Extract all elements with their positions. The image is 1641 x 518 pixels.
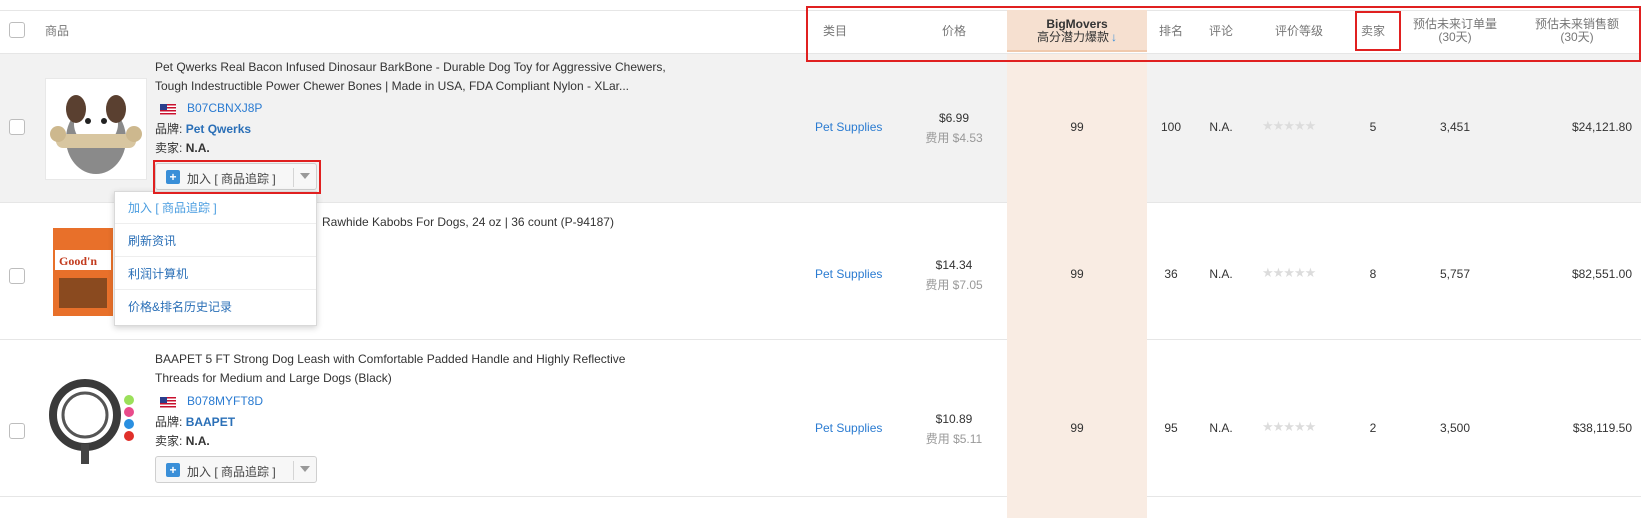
- title-line: Pet Qwerks Real Bacon Infused Dinosaur B…: [155, 60, 666, 74]
- menu-item-add-track[interactable]: 加入 [ 商品追踪 ]: [115, 192, 316, 224]
- reviews-value: N.A.: [1209, 120, 1233, 134]
- product-image[interactable]: [45, 78, 147, 180]
- add-track-label: 加入 [ 商品追踪 ]: [187, 465, 276, 479]
- rank-value: 95: [1164, 421, 1178, 435]
- seller-line: 卖家: N.A.: [155, 139, 210, 158]
- seller-value: N.A.: [185, 141, 210, 155]
- brand-link[interactable]: BAAPET: [186, 415, 235, 429]
- annotation-box-sellers-header: [1355, 11, 1401, 51]
- title-line: Threads for Medium and Large Dogs (Black…: [155, 371, 392, 385]
- fee-value: 费用 $5.11: [925, 432, 983, 446]
- rank-value: 100: [1160, 120, 1182, 134]
- asin-link[interactable]: B078MYFT8D: [187, 394, 263, 408]
- reviews-value: N.A.: [1209, 421, 1233, 435]
- rating-stars: ★★★★★: [1262, 118, 1316, 133]
- seller-line: 卖家: N.A.: [155, 432, 210, 451]
- est-sales-value: $38,119.50: [1572, 421, 1632, 435]
- menu-item-price-rank-history[interactable]: 价格&排名历史记录: [115, 291, 316, 323]
- row-checkbox[interactable]: [9, 268, 25, 284]
- est-orders-value: 3,451: [1439, 120, 1471, 134]
- add-track-dropdown-menu: 加入 [ 商品追踪 ] 刷新资讯 利润计算机 价格&排名历史记录: [114, 191, 317, 326]
- button-divider: [293, 461, 294, 480]
- price-value: $14.34: [935, 258, 973, 272]
- reviews-value: N.A.: [1209, 267, 1233, 281]
- brand-label: 品牌:: [155, 415, 183, 429]
- product-title[interactable]: BAAPET 5 FT Strong Dog Leash with Comfor…: [155, 350, 715, 388]
- brand-line: 品牌: Pet Qwerks: [155, 120, 251, 139]
- menu-item-profit-calculator[interactable]: 利润计算机: [115, 258, 316, 290]
- product-title[interactable]: Rawhide Kabobs For Dogs, 24 oz | 36 coun…: [322, 213, 722, 232]
- plus-icon: +: [166, 463, 180, 477]
- category-link[interactable]: Pet Supplies: [815, 267, 905, 281]
- seller-label: 卖家:: [155, 141, 183, 155]
- annotation-box-header-columns: [806, 6, 1641, 62]
- seller-value: N.A.: [185, 434, 210, 448]
- dog-leash-image: [45, 370, 145, 470]
- asin-link[interactable]: B07CBNXJ8P: [187, 101, 262, 115]
- title-line: Rawhide Kabobs For Dogs, 24 oz | 36 coun…: [322, 215, 614, 229]
- bigmovers-score: 99: [1070, 421, 1084, 435]
- est-orders-value: 3,500: [1439, 421, 1471, 435]
- brand-link[interactable]: Pet Qwerks: [186, 122, 251, 136]
- category-link[interactable]: Pet Supplies: [815, 421, 905, 435]
- row-checkbox[interactable]: [9, 423, 25, 439]
- bigmovers-score: 99: [1070, 120, 1084, 134]
- product-image[interactable]: [45, 370, 145, 470]
- price-value: $6.99: [938, 111, 970, 125]
- row-checkbox[interactable]: [9, 119, 25, 135]
- annotation-box-add-track-button: [153, 160, 321, 194]
- dog-bone-toy-image: [46, 79, 146, 179]
- product-title[interactable]: Pet Qwerks Real Bacon Infused Dinosaur B…: [155, 58, 715, 96]
- us-flag-icon: [160, 104, 176, 115]
- rating-stars: ★★★★★: [1262, 419, 1316, 434]
- price-value: $10.89: [935, 412, 973, 426]
- fee-value: 费用 $7.05: [925, 278, 983, 292]
- rank-value: 36: [1164, 267, 1178, 281]
- header-product: 商品: [45, 23, 70, 38]
- bigmovers-score: 99: [1070, 267, 1084, 281]
- sellers-value: 5: [1369, 120, 1377, 134]
- est-sales-value: $82,551.00: [1571, 267, 1632, 281]
- sellers-value: 8: [1369, 267, 1377, 281]
- category-link[interactable]: Pet Supplies: [815, 120, 905, 134]
- brand-line: 品牌: BAAPET: [155, 413, 235, 432]
- select-all-checkbox[interactable]: [9, 22, 25, 38]
- us-flag-icon: [160, 397, 176, 408]
- rating-stars: ★★★★★: [1262, 265, 1316, 280]
- title-line: BAAPET 5 FT Strong Dog Leash with Comfor…: [155, 352, 626, 366]
- fee-value: 费用 $4.53: [925, 131, 983, 145]
- svg-text:Good'n: Good'n: [59, 254, 97, 268]
- brand-label: 品牌:: [155, 122, 183, 136]
- chevron-down-icon[interactable]: [300, 466, 310, 472]
- est-orders-value: 5,757: [1439, 267, 1471, 281]
- menu-item-refresh-info[interactable]: 刷新资讯: [115, 225, 316, 257]
- add-track-button[interactable]: + 加入 [ 商品追踪 ]: [155, 456, 317, 483]
- title-line: Tough Indestructible Power Chewer Bones …: [155, 79, 630, 93]
- est-sales-value: $24,121.80: [1571, 120, 1632, 134]
- sellers-value: 2: [1369, 421, 1377, 435]
- seller-label: 卖家:: [155, 434, 183, 448]
